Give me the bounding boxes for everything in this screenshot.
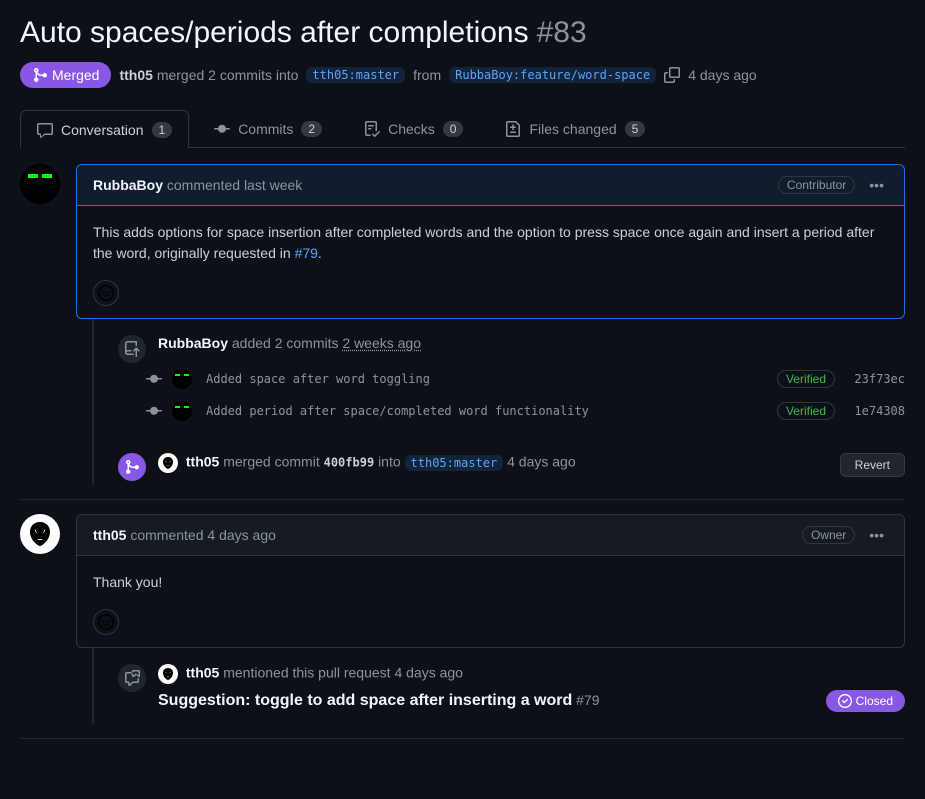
merge-meta: tth05 merged 2 commits into xyxy=(119,67,298,83)
comment-body: This adds options for space insertion af… xyxy=(77,206,904,280)
copy-branch-icon[interactable] xyxy=(664,67,680,83)
add-reaction-button[interactable] xyxy=(93,609,119,635)
revert-button[interactable]: Revert xyxy=(840,453,905,477)
event-mentioned: tth05 mentioned this pull request 4 days… xyxy=(118,652,905,724)
tab-checks[interactable]: Checks 0 xyxy=(347,110,480,147)
avatar-tth05-sm[interactable] xyxy=(158,453,178,473)
comment-rubbaboy: RubbaBoy commented last week Contributor… xyxy=(20,164,905,485)
tab-commits[interactable]: Commits 2 xyxy=(197,110,339,147)
commit-icon xyxy=(214,121,230,137)
commit-row: Added space after word toggling Verified… xyxy=(146,363,905,395)
avatar-rubbaboy-sm[interactable] xyxy=(172,369,192,389)
merge-sha[interactable]: 400fb99 xyxy=(324,456,375,470)
tab-files[interactable]: Files changed 5 xyxy=(488,110,662,147)
tabnav: Conversation 1 Commits 2 Checks 0 Files … xyxy=(20,110,905,148)
event-commits-added: RubbaBoy added 2 commits 2 weeks ago xyxy=(118,323,905,363)
diff-icon xyxy=(505,121,521,137)
xref-icon xyxy=(116,662,148,694)
add-reaction-button[interactable] xyxy=(93,280,119,306)
state-badge-merged: Merged xyxy=(20,62,111,88)
merger-link[interactable]: tth05 xyxy=(119,67,152,83)
compare-branch[interactable]: RubbaBoy:feature/word-space xyxy=(449,67,656,83)
issue-link-79[interactable]: #79 xyxy=(295,245,318,261)
comment-icon xyxy=(37,122,53,138)
comment-time[interactable]: 4 days ago xyxy=(207,527,276,543)
linked-issue-title[interactable]: Suggestion: toggle to add space after in… xyxy=(158,692,572,709)
event-merged: Revert tth05 merged commit 400fb99 into … xyxy=(118,441,905,485)
comment-menu[interactable]: ••• xyxy=(865,523,888,547)
pr-number: #83 xyxy=(537,16,587,50)
merge-branch[interactable]: tth05:master xyxy=(405,455,504,471)
verified-badge[interactable]: Verified xyxy=(777,402,835,420)
closed-badge: Closed xyxy=(826,690,905,712)
commit-message[interactable]: Added period after space/completed word … xyxy=(206,404,767,418)
avatar-tth05[interactable] xyxy=(20,514,60,554)
avatar-tth05-sm[interactable] xyxy=(158,664,178,684)
comment-author[interactable]: tth05 xyxy=(93,527,126,543)
divider xyxy=(20,499,905,500)
commit-row: Added period after space/completed word … xyxy=(146,395,905,427)
commit-icon xyxy=(146,403,162,419)
avatar-rubbaboy-sm[interactable] xyxy=(172,401,192,421)
merge-timestamp: 4 days ago xyxy=(688,67,757,83)
divider xyxy=(20,738,905,739)
pr-header: Auto spaces/periods after completions #8… xyxy=(20,16,905,110)
comment-tth05: tth05 commented 4 days ago Owner ••• Tha… xyxy=(20,514,905,724)
merge-icon xyxy=(116,451,148,483)
checklist-icon xyxy=(364,121,380,137)
tab-conversation[interactable]: Conversation 1 xyxy=(20,110,189,148)
push-icon xyxy=(116,333,148,365)
commit-sha[interactable]: 23f73ec xyxy=(845,372,905,386)
comment-time[interactable]: last week xyxy=(244,177,302,193)
merge-icon xyxy=(32,67,48,83)
pr-title: Auto spaces/periods after completions xyxy=(20,16,529,50)
avatar-rubbaboy[interactable] xyxy=(20,164,60,204)
role-owner: Owner xyxy=(802,526,855,544)
base-branch[interactable]: tth05:master xyxy=(306,67,405,83)
role-contributor: Contributor xyxy=(778,176,855,194)
commit-sha[interactable]: 1e74308 xyxy=(845,404,905,418)
verified-badge[interactable]: Verified xyxy=(777,370,835,388)
comment-author[interactable]: RubbaBoy xyxy=(93,177,163,193)
commit-message[interactable]: Added space after word toggling xyxy=(206,372,767,386)
comment-menu[interactable]: ••• xyxy=(865,173,888,197)
comment-body: Thank you! xyxy=(77,556,904,609)
commit-icon xyxy=(146,371,162,387)
commits-time[interactable]: 2 weeks ago xyxy=(342,335,421,351)
closed-icon xyxy=(838,694,852,708)
